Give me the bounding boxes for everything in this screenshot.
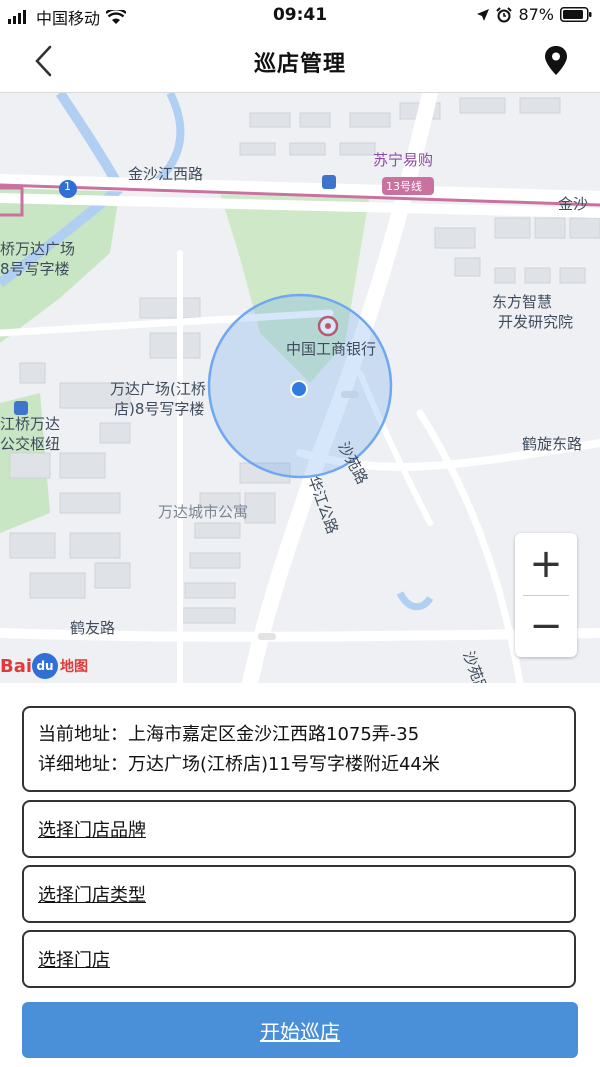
- baidu-logo: Bai du 地图: [0, 653, 88, 679]
- address-card: 当前地址：上海市嘉定区金沙江西路1075弄-35 详细地址：万达广场(江桥店)1…: [22, 706, 576, 792]
- detail-address-label: 详细地址：: [38, 754, 128, 775]
- map-label-poi: 中国工商银行: [286, 340, 377, 358]
- select-store-brand[interactable]: 选择门店品牌: [22, 800, 576, 858]
- map-label-poi: 东方智慧: [492, 293, 553, 311]
- map-label-poi: 公交枢纽: [0, 435, 61, 453]
- map-label-poi: 万达城市公寓: [158, 503, 249, 521]
- map-label-road: 鹤旋东路: [522, 435, 583, 453]
- zoom-in-button[interactable]: +: [515, 533, 577, 595]
- detail-address-value: 万达广场(江桥店)11号写字楼附近44米: [128, 754, 440, 775]
- zoom-out-button[interactable]: −: [515, 595, 577, 657]
- metro-line-badge: 13号线: [386, 180, 422, 193]
- map-label-poi: 店)8号写字楼: [114, 400, 205, 418]
- start-patrol-button[interactable]: 开始巡店: [22, 1002, 578, 1058]
- location-arrow-icon: [477, 8, 490, 21]
- map-label-road: 鹤友路: [70, 619, 116, 637]
- select-store[interactable]: 选择门店: [22, 930, 576, 988]
- page-title: 巡店管理: [253, 52, 346, 77]
- map-pin-icon: [545, 46, 567, 75]
- detail-address-line: 详细地址：万达广场(江桥店)11号写字楼附近44米: [38, 750, 560, 780]
- baidu-paw-icon: du: [32, 653, 59, 679]
- map-view[interactable]: 金沙江西路 苏宁易购 金沙 13号线 1 桥万达广场 8号写字楼 东方智慧 开发…: [0, 93, 600, 683]
- metro-line1-badge: 1: [64, 180, 71, 193]
- map-label-poi: 开发研究院: [498, 313, 574, 331]
- map-label-poi: 苏宁易购: [373, 151, 434, 169]
- map-label-road: 金沙江西路: [128, 165, 204, 183]
- select-store-type[interactable]: 选择门店类型: [22, 865, 576, 923]
- baidu-logo-text: Bai: [0, 655, 33, 677]
- zoom-control: + −: [515, 533, 577, 657]
- map-label-poi: 万达广场(江桥: [110, 380, 206, 398]
- battery-icon: [560, 7, 592, 22]
- nav-bar: 巡店管理: [0, 30, 600, 93]
- baidu-logo-map: 地图: [60, 659, 89, 675]
- current-address-line: 当前地址：上海市嘉定区金沙江西路1075弄-35: [38, 720, 560, 750]
- map-label-road: 金沙: [558, 195, 589, 213]
- map-label-poi: 江桥万达: [0, 415, 61, 433]
- battery-percent: 87%: [518, 5, 554, 24]
- status-bar: 中国移动 09:41 87%: [0, 0, 600, 30]
- locate-button[interactable]: [542, 44, 570, 78]
- map-label-poi: 桥万达广场: [0, 240, 76, 258]
- current-address-label: 当前地址：: [38, 724, 128, 745]
- alarm-icon: [496, 6, 513, 22]
- current-address-value: 上海市嘉定区金沙江西路1075弄-35: [128, 724, 420, 745]
- map-label-poi: 8号写字楼: [0, 260, 70, 278]
- map-graphics: [0, 93, 600, 683]
